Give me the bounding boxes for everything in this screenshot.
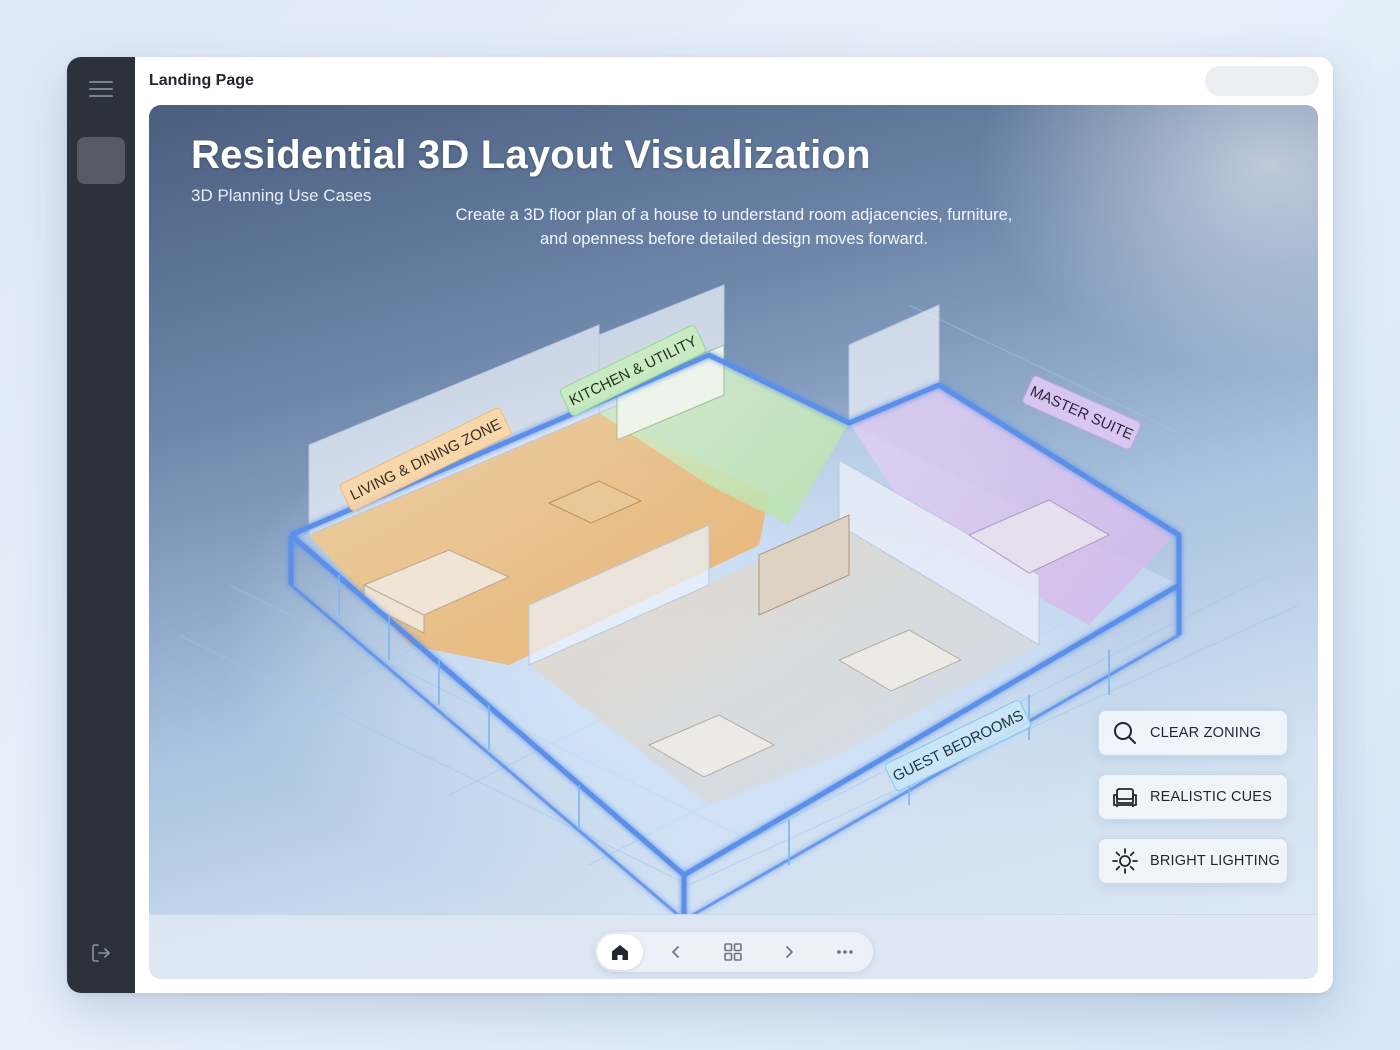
sun-icon	[1112, 848, 1138, 874]
hero-description: Create a 3D floor plan of a house to und…	[455, 206, 1013, 248]
hero-stage: LIVING & DINING ZONE KITCHEN & UTILITY M…	[149, 105, 1318, 979]
feature-buttons: CLEAR ZONING REALISTIC CUES BRIGHT LIGHT…	[1098, 710, 1288, 902]
top-bar: Landing Page	[135, 57, 1333, 105]
realistic-cues-label: REALISTIC CUES	[1150, 789, 1273, 805]
home-icon	[612, 945, 628, 960]
app-window: Landing Page LIVING & DINING ZONE KITCHE…	[67, 57, 1333, 993]
previous-button[interactable]	[652, 932, 700, 972]
home-button[interactable]	[597, 934, 643, 970]
sidebar	[67, 57, 135, 993]
page-title: Landing Page	[149, 72, 254, 89]
bright-lighting-button[interactable]: BRIGHT LIGHTING	[1098, 838, 1288, 884]
grid-view-button[interactable]	[709, 932, 757, 972]
bottom-nav	[595, 932, 873, 972]
clear-zoning-button[interactable]: CLEAR ZONING	[1098, 710, 1288, 756]
hero-subtitle: 3D Planning Use Cases	[191, 186, 372, 205]
realistic-cues-button[interactable]: REALISTIC CUES	[1098, 774, 1288, 820]
chevron-left-icon	[672, 946, 679, 958]
armchair-icon	[1113, 788, 1137, 807]
clear-zoning-label: CLEAR ZONING	[1150, 725, 1262, 741]
more-icon	[837, 950, 853, 954]
logout-icon[interactable]	[89, 941, 113, 965]
bottom-toolbar	[149, 914, 1318, 979]
grid-icon	[724, 943, 742, 961]
more-button[interactable]	[821, 932, 869, 972]
sidebar-app-tile[interactable]	[77, 137, 125, 184]
bright-lighting-label: BRIGHT LIGHTING	[1150, 853, 1281, 869]
top-search-pill[interactable]	[1205, 66, 1319, 96]
next-button[interactable]	[765, 932, 813, 972]
hero-title: Residential 3D Layout Visualization	[191, 133, 871, 177]
chevron-right-icon	[786, 946, 793, 958]
magnifier-icon	[1114, 722, 1136, 744]
menu-icon[interactable]	[89, 81, 113, 99]
